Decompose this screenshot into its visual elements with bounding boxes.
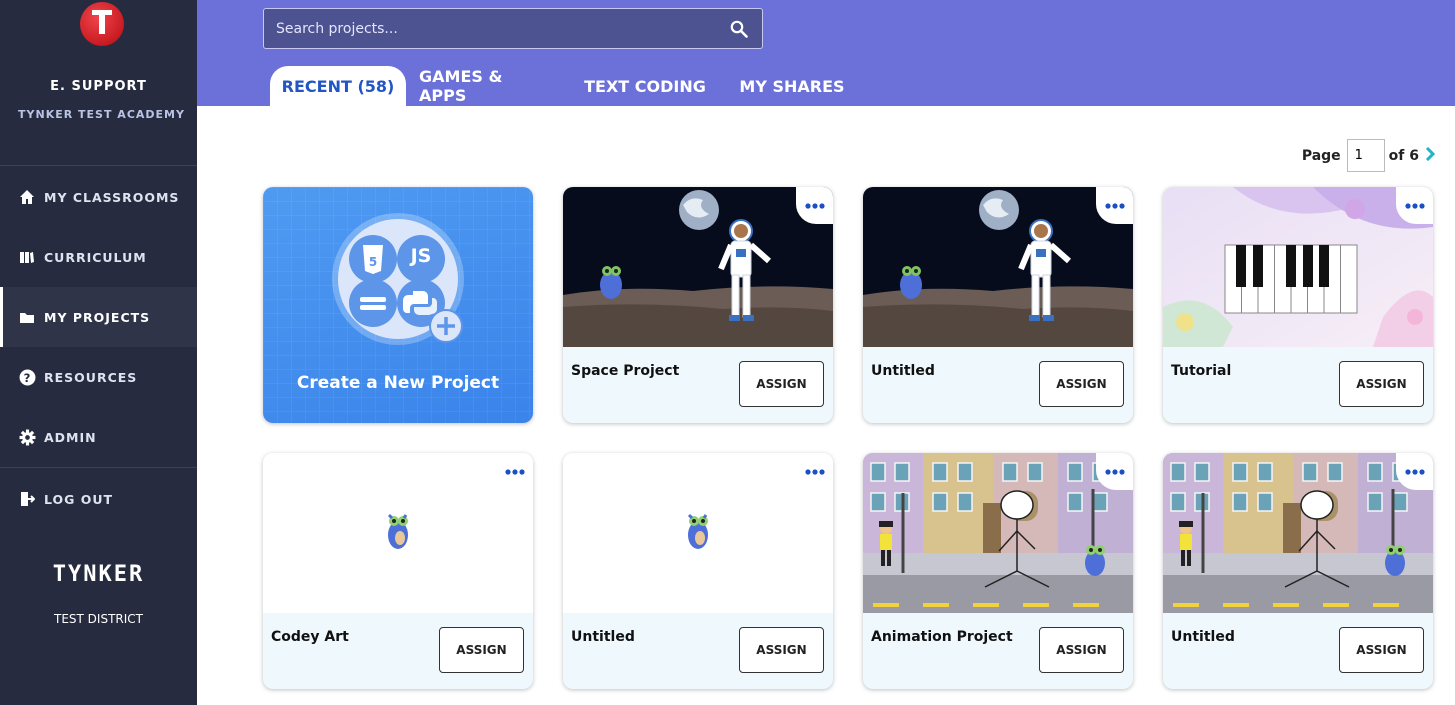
divider — [0, 467, 197, 468]
project-thumbnail-piano — [1163, 187, 1433, 347]
project-title[interactable]: Codey Art — [271, 629, 349, 645]
project-card[interactable]: Tutorial ASSIGN — [1163, 187, 1433, 423]
user-school: TYNKER TEST ACADEMY — [18, 108, 185, 121]
sidebar-item-admin[interactable]: ADMIN — [0, 407, 197, 467]
svg-text:?: ? — [23, 370, 31, 384]
project-card[interactable]: Codey Art ASSIGN — [263, 453, 533, 689]
project-title[interactable]: Untitled — [571, 629, 635, 645]
project-thumbnail-codey — [263, 453, 533, 613]
project-title[interactable]: Untitled — [1171, 629, 1235, 645]
sidebar-item-label: MY CLASSROOMS — [44, 189, 180, 205]
search-placeholder: Search projects... — [276, 21, 398, 37]
assign-button[interactable]: ASSIGN — [739, 361, 824, 407]
project-card[interactable]: Space Project ASSIGN — [563, 187, 833, 423]
sidebar-item-label: LOG OUT — [44, 491, 114, 507]
project-thumbnail-space — [563, 187, 833, 347]
more-options-icon[interactable] — [1396, 453, 1433, 490]
project-title[interactable]: Tutorial — [1171, 363, 1231, 379]
project-thumbnail-street — [1163, 453, 1433, 613]
sidebar-item-my-classrooms[interactable]: MY CLASSROOMS — [0, 167, 197, 227]
sidebar-item-curriculum[interactable]: CURRICULUM — [0, 227, 197, 287]
sidebar-item-my-projects[interactable]: MY PROJECTS — [0, 287, 197, 347]
sidebar-item-log-out[interactable]: LOG OUT — [0, 469, 197, 529]
next-page-icon[interactable] — [1425, 146, 1436, 165]
home-icon — [18, 188, 36, 206]
sidebar-item-resources[interactable]: ? RESOURCES — [0, 347, 197, 407]
user-name: E. SUPPORT — [50, 79, 147, 94]
more-options-icon[interactable] — [1096, 453, 1133, 490]
page-total: of 6 — [1388, 147, 1419, 164]
gear-icon — [18, 428, 36, 446]
tab-games-apps[interactable]: GAMES & APPS — [419, 66, 555, 106]
folder-icon — [18, 308, 36, 326]
sidebar: E. SUPPORT TYNKER TEST ACADEMY MY CLASSR… — [0, 0, 197, 705]
create-new-project-label: Create a New Project — [296, 373, 500, 393]
tynker-brand-logo: TYNKER — [52, 562, 145, 587]
tynker-logo-icon[interactable] — [80, 2, 124, 46]
logout-icon — [18, 490, 36, 508]
assign-button[interactable]: ASSIGN — [1339, 361, 1424, 407]
project-thumbnail-codey — [563, 453, 833, 613]
more-options-icon[interactable] — [1396, 187, 1433, 224]
page-label: Page — [1301, 147, 1341, 164]
project-title[interactable]: Untitled — [871, 363, 935, 379]
more-options-icon[interactable] — [496, 453, 533, 490]
project-thumbnail-street — [863, 453, 1133, 613]
sidebar-item-label: ADMIN — [44, 429, 97, 445]
help-icon: ? — [18, 368, 36, 386]
assign-button[interactable]: ASSIGN — [1039, 361, 1124, 407]
more-options-icon[interactable] — [796, 187, 833, 224]
assign-button[interactable]: ASSIGN — [1039, 627, 1124, 673]
more-options-icon[interactable] — [1096, 187, 1133, 224]
project-card[interactable]: Untitled ASSIGN — [863, 187, 1133, 423]
assign-button[interactable]: ASSIGN — [439, 627, 524, 673]
sidebar-item-label: RESOURCES — [44, 369, 138, 385]
sidebar-item-label: CURRICULUM — [44, 249, 147, 265]
js-badge: JS — [410, 245, 432, 267]
create-new-project-card[interactable]: 5 JS Create a New Project — [263, 187, 533, 423]
divider — [0, 165, 197, 166]
project-card[interactable]: Untitled ASSIGN — [1163, 453, 1433, 689]
district-name: TEST DISTRICT — [54, 612, 143, 626]
assign-button[interactable]: ASSIGN — [739, 627, 824, 673]
svg-text:5: 5 — [369, 255, 377, 269]
more-options-icon[interactable] — [796, 453, 833, 490]
assign-button[interactable]: ASSIGN — [1339, 627, 1424, 673]
tab-recent[interactable]: RECENT (58) — [270, 66, 406, 106]
book-icon — [18, 248, 36, 266]
search-input[interactable]: Search projects... — [263, 8, 763, 49]
page-number-input[interactable] — [1346, 139, 1385, 172]
search-icon[interactable] — [730, 20, 748, 42]
pagination: Page of 6 — [1301, 139, 1436, 172]
project-title[interactable]: Space Project — [571, 363, 679, 379]
project-card[interactable]: Animation Project ASSIGN — [863, 453, 1133, 689]
project-card[interactable]: Untitled ASSIGN — [563, 453, 833, 689]
tab-text-coding[interactable]: TEXT CODING — [582, 66, 708, 106]
sidebar-item-label: MY PROJECTS — [44, 309, 151, 325]
project-thumbnail-space — [863, 187, 1133, 347]
header: Search projects... RECENT (58) GAMES & A… — [197, 0, 1455, 106]
tab-my-shares[interactable]: MY SHARES — [737, 66, 847, 106]
project-title[interactable]: Animation Project — [871, 629, 1013, 645]
